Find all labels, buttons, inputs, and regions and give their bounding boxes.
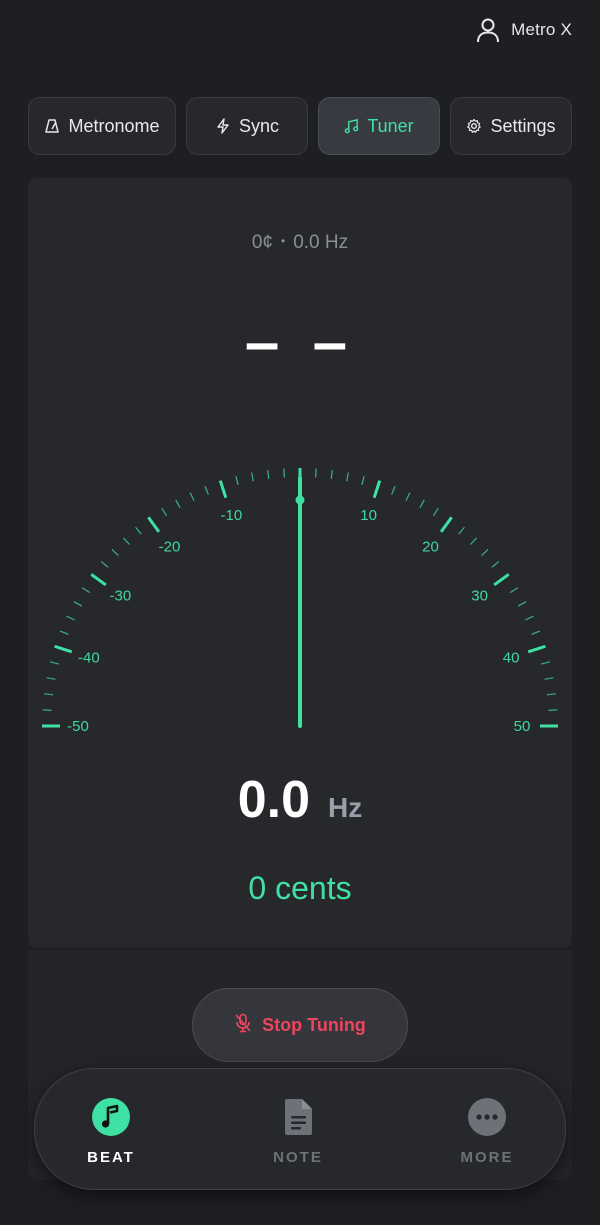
cents-display: 0 cents (248, 870, 352, 906)
nav-beat[interactable]: BEAT (51, 1097, 171, 1166)
gauge-minor-tick (66, 615, 75, 621)
gauge-label: -50 (67, 718, 89, 735)
detected-note: – – (244, 308, 356, 377)
more-dots-icon (467, 1097, 507, 1137)
gauge-minor-tick (546, 693, 557, 696)
mode-tabs: Metronome Sync Tuner Settings (28, 97, 572, 155)
bottom-navigation: BEAT NOTE MORE (34, 1068, 566, 1190)
gauge-label: -30 (110, 588, 132, 605)
gauge-label: 20 (422, 538, 439, 555)
gauge-minor-tick (73, 601, 83, 607)
gauge-minor-tick (49, 661, 59, 665)
frequency-unit: Hz (328, 792, 363, 823)
gauge-minor-tick (251, 472, 254, 482)
user-profile[interactable]: Metro X (475, 14, 572, 46)
gauge-minor-tick (46, 677, 56, 680)
gauge-label: -40 (78, 649, 100, 666)
gauge-minor-tick (405, 492, 411, 501)
app-root: Metro X Metronome Sync Tuner Settings 0¢… (0, 0, 600, 1225)
gauge-label: 10 (360, 507, 377, 524)
gauge-label: 50 (514, 718, 531, 735)
gauge-minor-tick (541, 661, 551, 665)
pitch-readout: 0¢ • 0.0 Hz (0, 232, 600, 254)
separator: • (281, 234, 286, 248)
gauge-minor-tick (235, 475, 239, 485)
gauge-label: -10 (221, 507, 243, 524)
tab-metronome[interactable]: Metronome (28, 97, 176, 155)
gauge-major-tick (372, 480, 382, 499)
gauge-major-tick (527, 644, 546, 654)
gauge-minor-tick (525, 615, 534, 621)
tab-tuner[interactable]: Tuner (318, 97, 440, 155)
tab-label: Metronome (68, 115, 160, 136)
nav-more[interactable]: MORE (427, 1097, 547, 1166)
gauge-minor-tick (111, 548, 119, 556)
gauge-major-tick (147, 516, 161, 533)
gauge-minor-tick (122, 537, 130, 545)
gauge-minor-tick (135, 526, 142, 535)
nav-label: NOTE (273, 1149, 323, 1166)
gauge-major-tick (90, 573, 107, 587)
gear-icon (466, 118, 482, 134)
gauge-label: 30 (471, 588, 488, 605)
person-icon (475, 17, 501, 43)
needle-pivot (295, 495, 305, 505)
cents-gauge: -50 -40 -30 -20 -10 10 20 30 40 50 (42, 468, 558, 735)
nav-label: BEAT (87, 1149, 135, 1166)
gauge-minor-tick (491, 561, 500, 568)
gauge-minor-tick (517, 601, 527, 607)
gauge-minor-tick (544, 677, 554, 680)
stop-tuning-button[interactable]: Stop Tuning (192, 988, 408, 1062)
gauge-minor-tick (470, 537, 478, 545)
frequency-value: 0.0 (237, 771, 311, 829)
cents-small: 0¢ (251, 232, 273, 253)
frequency-display: 0.0 Hz (0, 770, 600, 830)
gauge-minor-tick (59, 630, 69, 635)
gauge-minor-tick (175, 499, 181, 509)
tab-label: Settings (490, 115, 556, 136)
gauge-major-tick (493, 573, 510, 587)
gauge-minor-tick (204, 485, 209, 495)
lightning-icon (215, 118, 231, 134)
gauge-minor-tick (432, 507, 439, 517)
gauge-minor-tick (481, 548, 489, 556)
gauge-minor-tick (458, 526, 465, 535)
gauge-minor-tick (391, 485, 396, 495)
gauge-minor-tick (315, 468, 317, 478)
gauge-minor-tick (161, 507, 168, 517)
tab-settings[interactable]: Settings (450, 97, 572, 155)
gauge-minor-tick (43, 693, 54, 696)
gauge-minor-tick (267, 469, 270, 480)
tab-label: Sync (238, 115, 280, 136)
document-icon (278, 1097, 318, 1137)
gauge-minor-tick (419, 499, 425, 509)
gauge-major-tick (54, 644, 73, 654)
hz-small: 0.0 Hz (293, 232, 349, 253)
gauge-major-tick (439, 516, 453, 533)
gauge-major-tick (218, 480, 228, 499)
user-name: Metro X (511, 20, 572, 39)
gauge-minor-tick (283, 468, 285, 478)
gauge-minor-tick (548, 709, 558, 711)
gauge-minor-tick (361, 475, 365, 485)
gauge-label: -20 (159, 538, 181, 555)
gauge-minor-tick (81, 587, 91, 594)
gauge-minor-tick (189, 492, 195, 501)
gauge-minor-tick (42, 709, 52, 711)
music-note-icon (344, 118, 359, 134)
gauge-label: 40 (503, 649, 520, 666)
tab-sync[interactable]: Sync (186, 97, 308, 155)
gauge-minor-tick (531, 630, 541, 635)
music-note-circle-icon (91, 1097, 131, 1137)
gauge-minor-tick (509, 587, 519, 594)
mic-off-icon (234, 1013, 252, 1038)
nav-note[interactable]: NOTE (238, 1097, 358, 1166)
gauge-minor-tick (330, 469, 333, 480)
metronome-icon (44, 118, 60, 134)
stop-tuning-label: Stop Tuning (262, 1014, 366, 1035)
gauge-minor-tick (100, 561, 109, 568)
nav-label: MORE (460, 1149, 514, 1166)
tab-label: Tuner (367, 115, 414, 136)
gauge-minor-tick (346, 472, 349, 482)
